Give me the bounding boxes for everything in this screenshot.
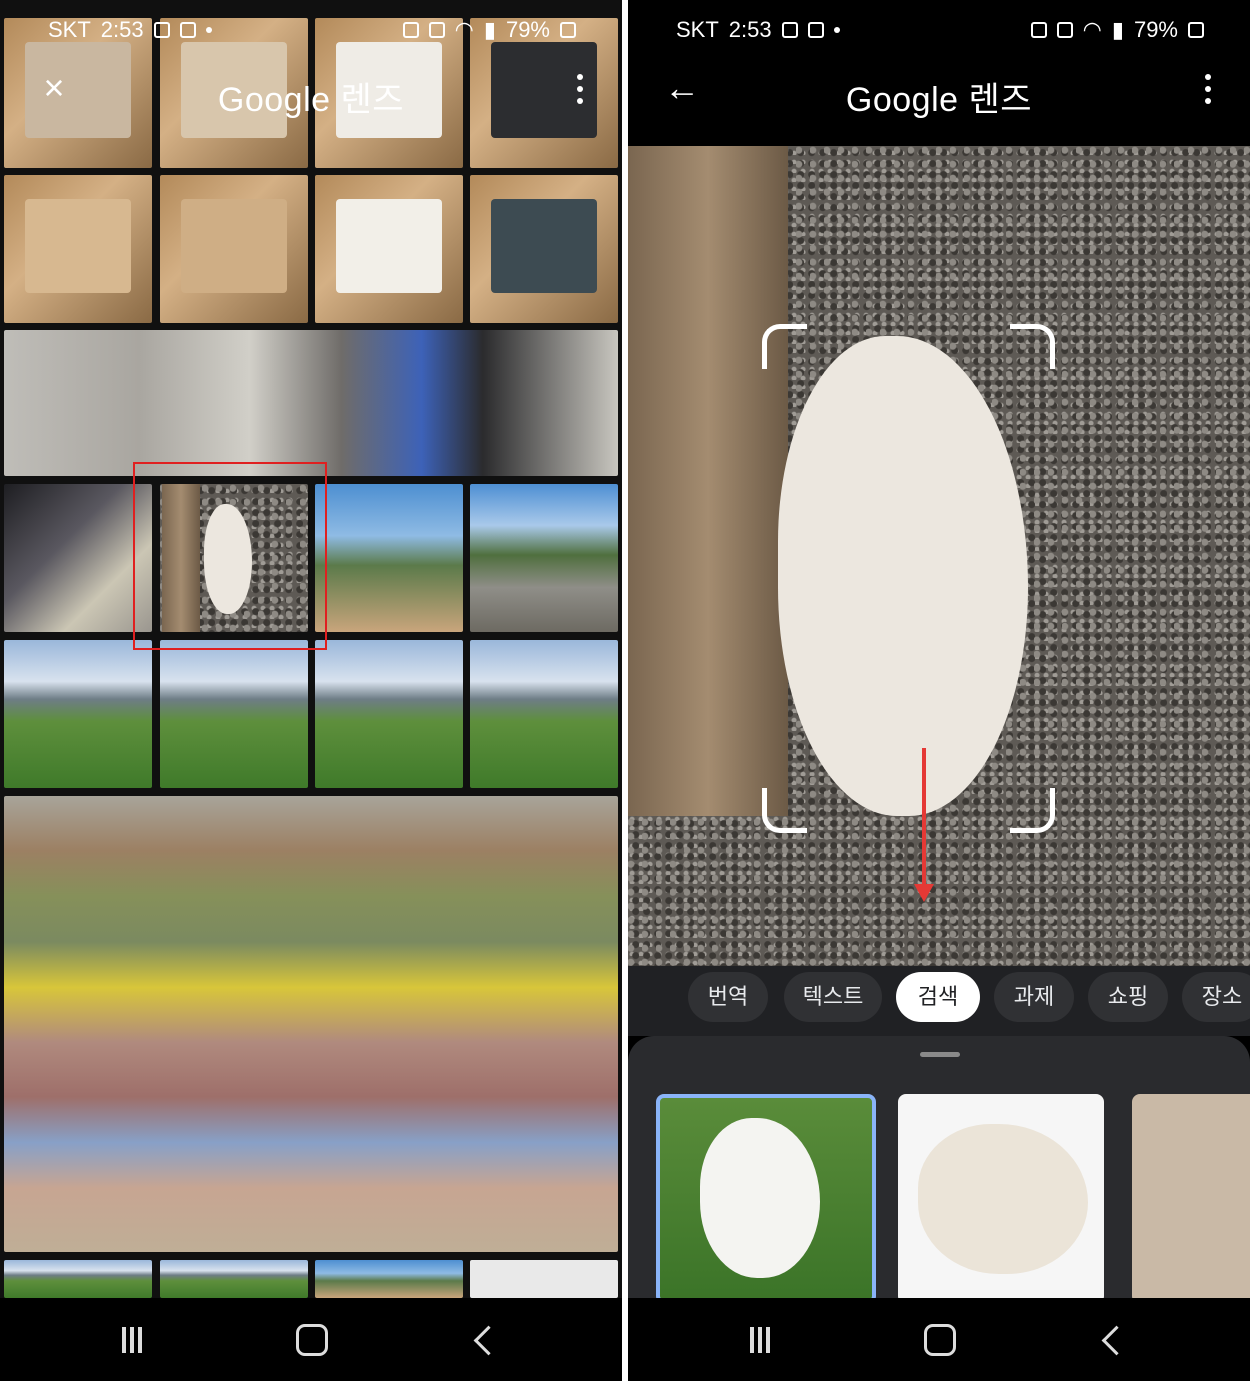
gallery-thumbnail[interactable] (4, 640, 152, 788)
more-notifications-icon (205, 27, 212, 33)
selection-highlight-box (133, 462, 327, 650)
lens-app-bar: × Google 렌즈 (0, 60, 622, 146)
chip-shopping[interactable]: 쇼핑 (1088, 972, 1168, 1022)
location-icon (428, 22, 445, 38)
result-thumbnail-selected[interactable] (656, 1094, 876, 1298)
gallery-thumbnail[interactable] (470, 484, 618, 632)
gallery-thumbnail[interactable] (160, 175, 308, 323)
more-vert-icon[interactable] (1202, 74, 1214, 108)
back-icon[interactable] (466, 1320, 506, 1360)
system-nav-bar (0, 1298, 622, 1381)
carrier-label: SKT (48, 17, 91, 42)
gallery-thumbnail[interactable] (315, 484, 463, 632)
wifi-icon: ◠ (1082, 17, 1102, 42)
wifi-icon: ◠ (454, 17, 474, 42)
gallery-thumbnail[interactable] (470, 175, 618, 323)
chip-homework[interactable]: 과제 (994, 972, 1074, 1022)
gallery-thumbnail[interactable] (470, 640, 618, 788)
more-notifications-icon (833, 27, 840, 33)
signal-icon: ▮ (1111, 17, 1124, 42)
gallery-thumbnail[interactable] (315, 640, 463, 788)
chip-search[interactable]: 검색 (896, 972, 980, 1022)
signal-icon: ▮ (483, 17, 496, 42)
battery-icon (560, 22, 576, 38)
results-sheet (628, 1036, 1250, 1298)
gallery-thumbnail[interactable] (4, 1260, 152, 1298)
lens-result-screen: SKT 2:53 ◠ ▮ 79% ← Google 렌즈 번역 텍스트 검색 과… (628, 0, 1250, 1381)
chip-translate[interactable]: 번역 (688, 972, 768, 1022)
gallery-thumbnail-blurred[interactable] (4, 330, 618, 476)
lens-app-bar: ← Google 렌즈 (628, 60, 1250, 146)
clock: 2:53 (728, 17, 772, 42)
crop-corner-top-right[interactable] (1010, 324, 1055, 369)
youtube-icon (179, 22, 196, 38)
alarm-icon (1030, 22, 1047, 38)
chip-places[interactable]: 장소 (1182, 972, 1250, 1022)
gallery-screen: SKT 2:53 ◠ ▮ 79% × Google 렌즈 (0, 0, 622, 1381)
recent-apps-icon[interactable] (122, 1320, 162, 1360)
gallery-thumbnail-blurred[interactable] (4, 484, 152, 632)
status-bar: SKT 2:53 ◠ ▮ 79% (0, 0, 622, 60)
home-icon[interactable] (920, 1320, 960, 1360)
status-bar: SKT 2:53 ◠ ▮ 79% (628, 0, 1250, 60)
home-icon[interactable] (292, 1320, 332, 1360)
result-thumbnail[interactable] (898, 1094, 1104, 1298)
gallery-thumbnail-blurred[interactable] (4, 796, 618, 1252)
app-title: Google 렌즈 (217, 81, 405, 119)
recent-apps-icon[interactable] (750, 1320, 790, 1360)
youtube-icon (807, 22, 824, 38)
lens-mode-chips: 번역 텍스트 검색 과제 쇼핑 장소 (628, 966, 1250, 1036)
notification-icon (153, 22, 170, 38)
battery-level: 79% (1133, 17, 1178, 42)
gallery-thumbnail[interactable] (315, 175, 463, 323)
gallery-thumbnail[interactable] (470, 1260, 618, 1298)
annotation-arrow (922, 748, 926, 888)
carrier-label: SKT (676, 17, 719, 42)
crop-corner-bottom-left[interactable] (762, 788, 807, 833)
battery-icon (1188, 22, 1204, 38)
back-icon[interactable] (1094, 1320, 1134, 1360)
sheet-drag-handle[interactable] (920, 1052, 960, 1057)
more-vert-icon[interactable] (574, 74, 586, 108)
battery-level: 79% (505, 17, 550, 42)
result-thumbnail[interactable] (1132, 1094, 1250, 1298)
crop-corner-bottom-right[interactable] (1010, 788, 1055, 833)
system-nav-bar (628, 1298, 1250, 1381)
chip-text[interactable]: 텍스트 (784, 972, 882, 1022)
app-title: Google 렌즈 (845, 81, 1033, 119)
analyzed-photo[interactable] (628, 146, 1250, 976)
alarm-icon (402, 22, 419, 38)
clock: 2:53 (100, 17, 144, 42)
gallery-thumbnail[interactable] (160, 1260, 308, 1298)
location-icon (1056, 22, 1073, 38)
crop-corner-top-left[interactable] (762, 324, 807, 369)
gallery-thumbnail[interactable] (160, 640, 308, 788)
gallery-thumbnail[interactable] (4, 175, 152, 323)
wooden-plank (628, 146, 788, 816)
annotation-arrow-head (914, 884, 934, 902)
gallery-thumbnail[interactable] (315, 1260, 463, 1298)
notification-icon (781, 22, 798, 38)
